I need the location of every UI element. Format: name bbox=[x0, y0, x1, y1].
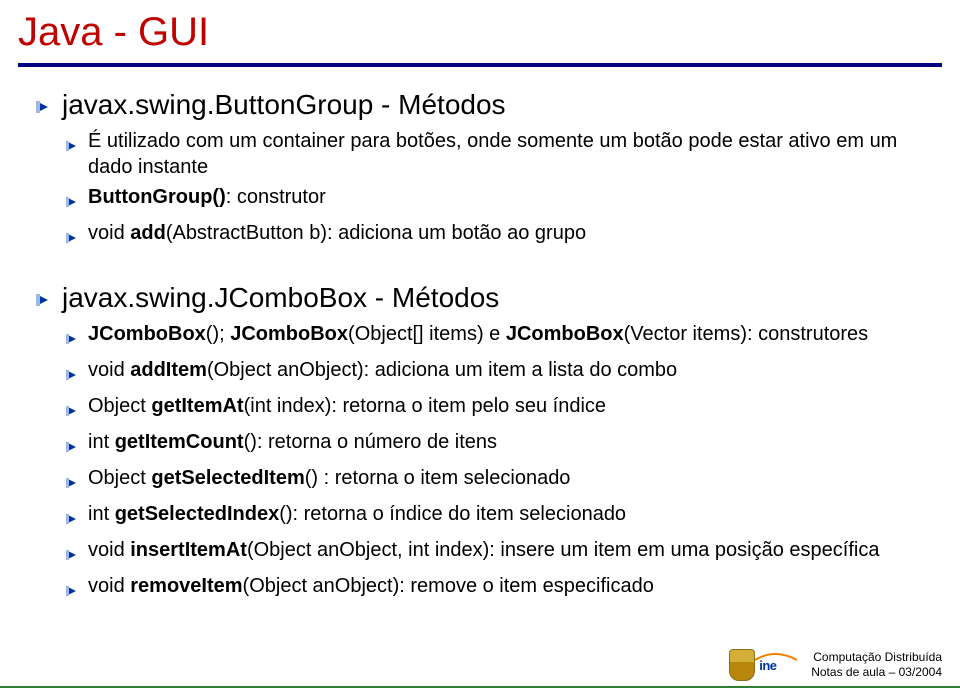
item-text: int getSelectedIndex(): retorna o índice… bbox=[88, 501, 924, 533]
item-text: void removeItem(Object anObject): remove… bbox=[88, 573, 924, 605]
arrow-right-icon bbox=[66, 435, 80, 461]
list-item: Object getSelectedItem() : retorna o ite… bbox=[66, 465, 924, 497]
arrow-right-icon bbox=[66, 471, 80, 497]
arrow-right-icon bbox=[66, 579, 80, 605]
ine-logo: ine bbox=[759, 658, 776, 673]
section-1-heading: javax.swing.ButtonGroup - Métodos bbox=[62, 87, 506, 122]
item-text: void insertItemAt(Object anObject, int i… bbox=[88, 537, 924, 569]
footer-line-1: Computação Distribuída bbox=[811, 650, 942, 665]
logo: ine bbox=[729, 646, 801, 684]
list-item: Object getItemAt(int index): retorna o i… bbox=[66, 393, 924, 425]
list-item: int getSelectedIndex(): retorna o índice… bbox=[66, 501, 924, 533]
crest-icon bbox=[729, 649, 755, 681]
page-title: Java - GUI bbox=[0, 0, 960, 55]
footer-line-2: Notas de aula – 03/2004 bbox=[811, 665, 942, 680]
arrow-right-icon bbox=[66, 226, 80, 252]
arrow-right-icon bbox=[36, 99, 52, 120]
item-text: ButtonGroup(): construtor bbox=[88, 184, 924, 216]
list-item: void insertItemAt(Object anObject, int i… bbox=[66, 537, 924, 569]
arrow-right-icon bbox=[66, 190, 80, 216]
section-1-list: É utilizado com um container para botões… bbox=[66, 128, 924, 252]
footer-text: Computação Distribuída Notas de aula – 0… bbox=[811, 650, 942, 680]
item-text: Object getItemAt(int index): retorna o i… bbox=[88, 393, 924, 425]
item-text: JComboBox(); JComboBox(Object[] items) e… bbox=[88, 321, 924, 353]
item-text: void add(AbstractButton b): adiciona um … bbox=[88, 220, 924, 252]
list-item: void removeItem(Object anObject): remove… bbox=[66, 573, 924, 605]
arrow-right-icon bbox=[36, 292, 52, 313]
section-2-heading: javax.swing.JComboBox - Métodos bbox=[62, 280, 499, 315]
list-item: É utilizado com um container para botões… bbox=[66, 128, 924, 180]
list-item: int getItemCount(): retorna o número de … bbox=[66, 429, 924, 461]
item-text: int getItemCount(): retorna o número de … bbox=[88, 429, 924, 461]
arrow-right-icon bbox=[66, 543, 80, 569]
arrow-right-icon bbox=[66, 507, 80, 533]
item-text: É utilizado com um container para botões… bbox=[88, 128, 924, 180]
list-item: JComboBox(); JComboBox(Object[] items) e… bbox=[66, 321, 924, 353]
content-area: javax.swing.ButtonGroup - Métodos É util… bbox=[0, 67, 960, 605]
arrow-right-icon bbox=[66, 327, 80, 353]
footer: ine Computação Distribuída Notas de aula… bbox=[729, 646, 942, 684]
item-text: Object getSelectedItem() : retorna o ite… bbox=[88, 465, 924, 497]
section-2-list: JComboBox(); JComboBox(Object[] items) e… bbox=[66, 321, 924, 605]
arrow-right-icon bbox=[66, 399, 80, 425]
arrow-right-icon bbox=[66, 363, 80, 389]
list-item: ButtonGroup(): construtor bbox=[66, 184, 924, 216]
arrow-right-icon bbox=[66, 134, 80, 180]
list-item: void add(AbstractButton b): adiciona um … bbox=[66, 220, 924, 252]
section-2-heading-row: javax.swing.JComboBox - Métodos bbox=[36, 280, 924, 315]
section-1-heading-row: javax.swing.ButtonGroup - Métodos bbox=[36, 87, 924, 122]
list-item: void addItem(Object anObject): adiciona … bbox=[66, 357, 924, 389]
item-text: void addItem(Object anObject): adiciona … bbox=[88, 357, 924, 389]
